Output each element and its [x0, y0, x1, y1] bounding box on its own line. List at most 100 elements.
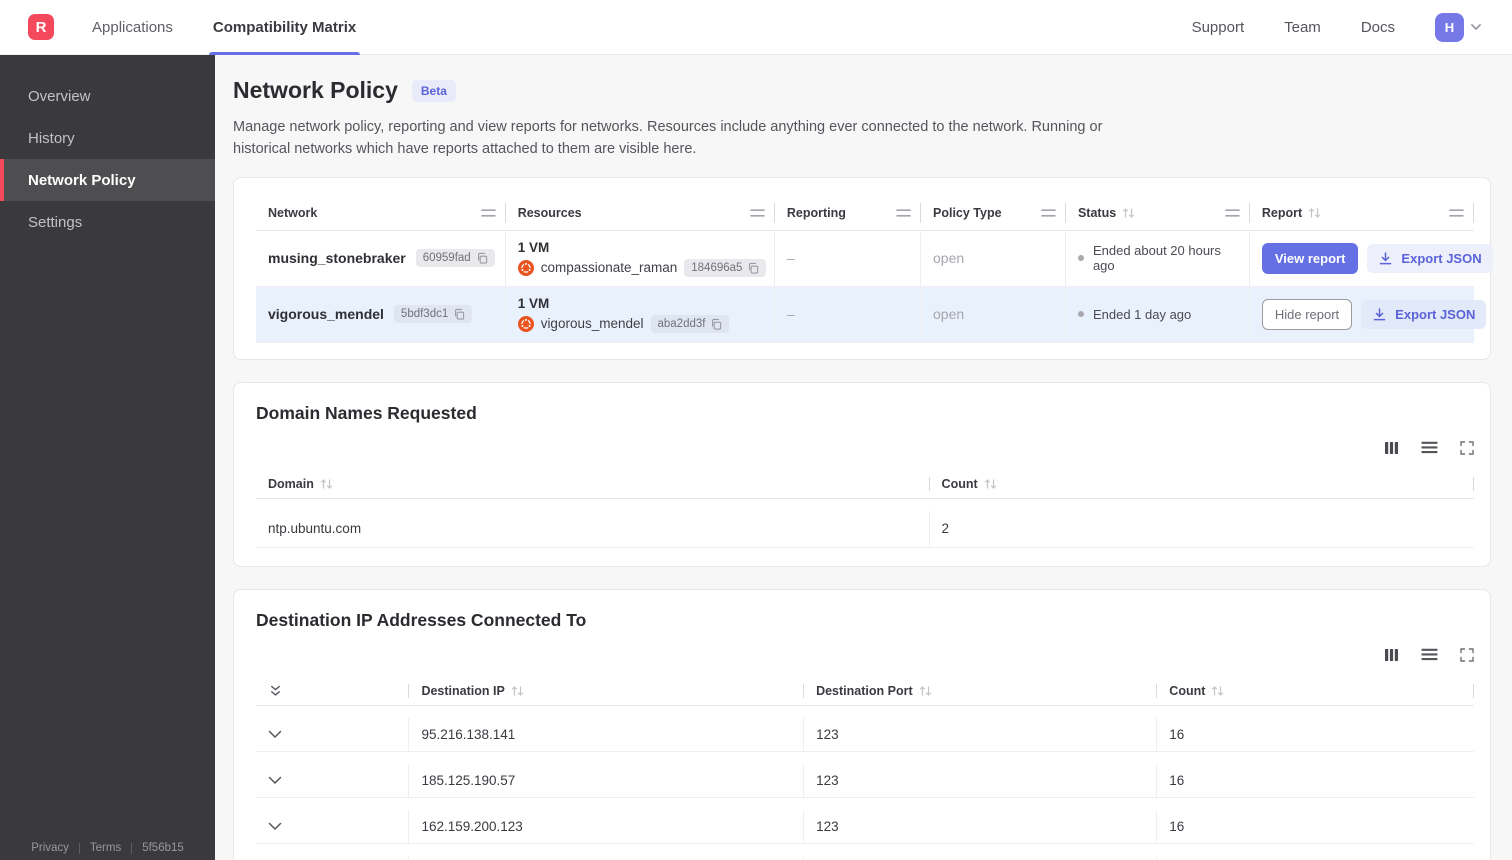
column-label: Destination Port [816, 683, 913, 698]
row-density-icon[interactable] [1421, 648, 1438, 661]
sort-icon[interactable] [320, 478, 333, 490]
row-expand-chevron-icon[interactable] [268, 730, 282, 739]
nav-link-support[interactable]: Support [1192, 19, 1245, 36]
network-id-badge: 5bdf3dc1 [393, 305, 473, 324]
column-header-report[interactable]: Report [1250, 196, 1475, 230]
filter-icon[interactable] [480, 209, 496, 217]
tab-applications[interactable]: Applications [90, 0, 175, 55]
column-header-destination-port[interactable]: Destination Port [804, 677, 1158, 705]
sidebar-item-overview[interactable]: Overview [0, 75, 215, 117]
export-json-button[interactable]: Export JSON [1361, 299, 1487, 329]
fullscreen-icon[interactable] [1460, 648, 1474, 662]
column-header-reporting[interactable]: Reporting [775, 196, 922, 230]
policy-type-cell: open [921, 286, 1066, 342]
ubuntu-icon [517, 315, 534, 332]
column-header-status[interactable]: Status [1066, 196, 1250, 230]
sort-icon[interactable] [1308, 207, 1321, 219]
count-cell: 16 [1157, 856, 1474, 860]
top-navbar: R Applications Compatibility Matrix Supp… [0, 0, 1512, 55]
user-menu[interactable]: H [1435, 12, 1484, 42]
fullscreen-icon[interactable] [1460, 441, 1474, 455]
nav-link-docs[interactable]: Docs [1361, 19, 1395, 36]
column-label: Reporting [786, 205, 846, 220]
network-cell: musing_stonebraker 60959fad [256, 230, 506, 286]
copy-icon[interactable] [747, 262, 759, 274]
terms-link[interactable]: Terms [90, 842, 121, 854]
status-text: Ended about 20 hours ago [1092, 243, 1221, 274]
column-label: Policy Type [933, 205, 1002, 220]
tab-compatibility-matrix[interactable]: Compatibility Matrix [208, 0, 361, 55]
expand-all-header[interactable] [256, 677, 410, 705]
sort-icon[interactable] [1211, 685, 1224, 697]
columns-view-icon[interactable] [1384, 648, 1399, 662]
hide-report-button[interactable]: Hide report [1261, 298, 1353, 330]
footer-divider [78, 842, 80, 854]
destination-port-cell: 123 [804, 855, 1158, 860]
avatar[interactable]: H [1435, 12, 1464, 42]
copy-icon[interactable] [453, 308, 465, 321]
column-label: Count [941, 476, 978, 491]
main-content: Network Policy Beta Manage network polic… [215, 55, 1512, 860]
column-header-policy-type[interactable]: Policy Type [921, 196, 1066, 230]
count-cell: 2 [941, 521, 950, 537]
row-density-icon[interactable] [1421, 441, 1438, 454]
columns-view-icon[interactable] [1384, 441, 1399, 455]
column-header-count[interactable]: Count [1157, 677, 1474, 705]
column-label: Destination IP [421, 683, 505, 698]
column-header-network[interactable]: Network [256, 196, 506, 230]
view-report-button[interactable]: View report [1261, 242, 1359, 274]
report-cell: Hide report Export JSON [1250, 287, 1487, 342]
vm-count: 1 VM [517, 295, 550, 311]
app-logo[interactable]: R [28, 14, 54, 40]
network-cell: vigorous_mendel 5bdf3dc1 [256, 286, 506, 342]
card-toolbar [256, 438, 1474, 458]
sidebar-item-settings[interactable]: Settings [0, 201, 215, 243]
row-expand-chevron-icon[interactable] [268, 822, 282, 831]
sidebar-footer: Privacy Terms 5f56b15 [0, 842, 215, 854]
resource-id-badge: 184696a5 [684, 258, 767, 277]
filter-icon[interactable] [1449, 209, 1464, 217]
filter-icon[interactable] [750, 209, 765, 217]
resource-name: compassionate_raman [540, 260, 678, 276]
sort-icon[interactable] [984, 478, 997, 490]
sort-icon[interactable] [511, 685, 524, 697]
filter-icon[interactable] [896, 209, 911, 217]
copy-icon[interactable] [476, 252, 488, 265]
column-header-count[interactable]: Count [930, 470, 1475, 498]
row-expand-chevron-icon[interactable] [268, 776, 282, 785]
filter-icon[interactable] [1225, 209, 1240, 217]
report-cell: View report Export JSON [1250, 231, 1493, 286]
column-header-domain[interactable]: Domain [256, 470, 930, 498]
status-dot [1077, 255, 1084, 262]
vm-count: 1 VM [517, 239, 550, 255]
copy-icon[interactable] [710, 318, 722, 330]
sort-icon[interactable] [919, 685, 932, 697]
column-header-resources[interactable]: Resources [506, 196, 776, 230]
page-description: Manage network policy, reporting and vie… [233, 119, 1103, 158]
sort-icon[interactable] [1122, 207, 1135, 219]
reporting-cell: – [775, 286, 922, 342]
export-json-button[interactable]: Export JSON [1367, 243, 1493, 273]
table-row: 162.159.200.123 123 16 [256, 809, 1474, 844]
destinations-table-header: Destination IP Destination Port Count [256, 677, 1474, 706]
destination-ip-cell: 185.125.190.57 [409, 763, 805, 797]
column-header-destination-ip[interactable]: Destination IP [409, 677, 804, 705]
nav-link-team[interactable]: Team [1284, 19, 1321, 36]
filter-icon[interactable] [1041, 209, 1056, 217]
card-title: Destination IP Addresses Connected To [256, 609, 587, 630]
page-title: Network Policy [233, 77, 398, 103]
policy-type-cell: open [921, 230, 1066, 286]
destination-port-cell: 123 [804, 809, 1158, 843]
privacy-link[interactable]: Privacy [31, 842, 69, 854]
domain-cell: ntp.ubuntu.com [256, 510, 930, 547]
footer-divider [131, 842, 133, 854]
column-label: Status [1077, 205, 1117, 220]
double-chevron-down-icon[interactable] [268, 684, 283, 698]
sidebar-item-network-policy[interactable]: Network Policy [0, 159, 215, 201]
beta-badge: Beta [411, 79, 456, 102]
networks-table-header: Network Resources Reporting Policy Type … [256, 196, 1475, 231]
sidebar-item-history[interactable]: History [0, 117, 215, 159]
status-text: Ended 1 day ago [1092, 306, 1192, 322]
destination-port-cell: 123 [804, 763, 1158, 797]
domain-names-card: Domain Names Requested Domain Count ntp.… [233, 381, 1491, 567]
